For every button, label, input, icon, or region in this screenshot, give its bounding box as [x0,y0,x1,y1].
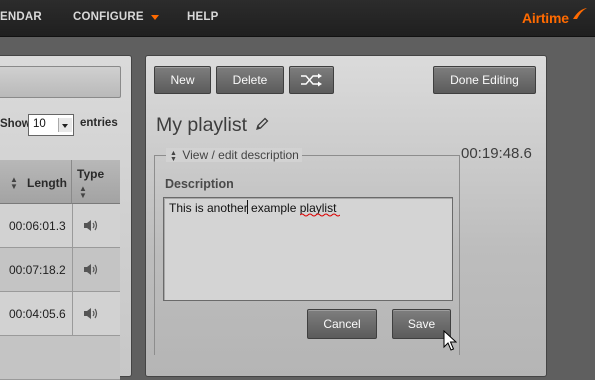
nav-item-help[interactable]: HELP [187,11,218,23]
length-cell: 00:07:18.2 [9,263,66,277]
done-editing-button[interactable]: Done Editing [433,66,536,94]
brand-swoosh-icon [573,8,587,19]
top-nav-bar: ENDAR CONFIGURE HELP Airtime [0,0,595,37]
dropdown-arrow-icon[interactable] [151,15,159,20]
description-toggle-label: View / edit description [182,148,299,162]
select-arrow-icon[interactable] [58,118,72,132]
sort-icon: ▲ ▼ [10,175,18,191]
library-search-bar[interactable] [0,66,121,98]
length-cell: 00:04:05.6 [9,307,66,321]
type-cell [72,292,121,335]
pencil-icon[interactable] [255,117,269,131]
shuffle-button[interactable] [289,66,334,94]
type-cell [72,204,121,247]
column-header-length[interactable]: ▲ ▼ Length [0,160,72,204]
shuffle-icon [300,73,322,87]
brand-logo: Airtime [522,10,569,26]
nav-item-calendar[interactable]: ENDAR [0,11,42,23]
type-cell [72,248,121,291]
speaker-icon [84,308,98,319]
table-row[interactable] [0,336,120,380]
spellcheck-underline [300,213,340,217]
table-row[interactable]: 00:04:05.6 [0,292,120,336]
column-header-type[interactable]: Type ▲ ▼ [72,160,120,204]
page-size-select[interactable]: 10 [28,114,74,136]
text-caret [247,200,248,214]
nav-item-configure[interactable]: CONFIGURE [73,11,144,23]
mouse-cursor-icon [443,330,457,351]
description-label: Description [165,177,234,191]
entries-label: entries [80,117,118,129]
table-row[interactable]: 00:06:01.3 [0,204,120,248]
new-button[interactable]: New [154,66,211,94]
expand-arrows-icon: ▲ ▼ [170,150,177,163]
speaker-icon [84,264,98,275]
speaker-icon [84,220,98,231]
playlist-duration: 00:19:48.6 [461,145,532,162]
page-size-value: 10 [33,118,46,130]
length-cell: 00:06:01.3 [9,219,66,233]
description-toggle[interactable]: View / edit description [166,148,302,162]
delete-button[interactable]: Delete [216,66,284,94]
sort-icon: ▲ ▼ [79,184,87,200]
cancel-button[interactable]: Cancel [307,309,377,339]
show-label: Show [0,118,31,130]
playlist-title: My playlist [156,114,248,136]
library-table: ▲ ▼ Length Type ▲ ▼ 00:06:01.3 00:07:18.2 … [0,160,120,380]
table-row[interactable]: 00:07:18.2 [0,248,120,292]
